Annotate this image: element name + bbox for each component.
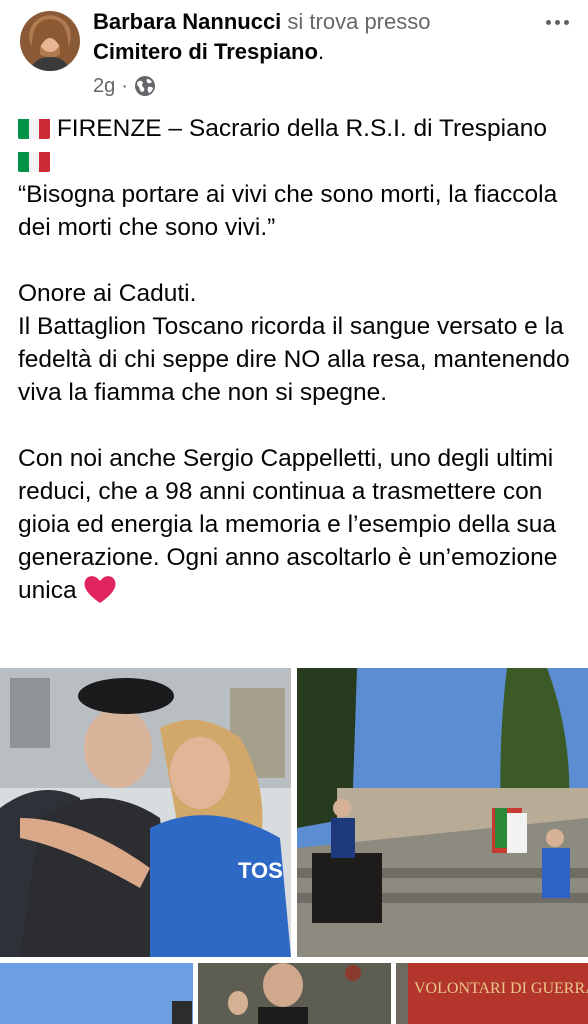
post-onore: Onore ai Caduti. bbox=[18, 280, 197, 307]
post-meta: 2g · bbox=[93, 72, 156, 100]
post-line-title: FIRENZE – Sacrario della R.S.I. di Tresp… bbox=[18, 112, 578, 178]
post-photo-5[interactable]: VOLONTARI DI GUERRA bbox=[396, 963, 588, 1024]
post-photo-2[interactable] bbox=[297, 668, 588, 957]
post-photo-4[interactable] bbox=[198, 963, 391, 1024]
italy-flag-icon bbox=[18, 150, 50, 172]
more-options-icon[interactable] bbox=[540, 10, 574, 34]
red-heart-icon bbox=[83, 574, 117, 604]
post-photo-3[interactable] bbox=[0, 963, 193, 1024]
author-avatar[interactable] bbox=[20, 11, 80, 71]
location-link[interactable]: Cimitero di Trespiano bbox=[93, 39, 318, 64]
author-line: Barbara Nannucci si trova presso Cimiter… bbox=[93, 7, 533, 67]
shirt-text: TOS bbox=[238, 858, 283, 883]
globe-icon bbox=[134, 75, 156, 97]
location-prefix: si trova presso bbox=[287, 9, 431, 34]
italy-flag-icon bbox=[18, 117, 50, 139]
banner-text: VOLONTARI DI GUERRA bbox=[414, 980, 588, 997]
post-text: FIRENZE – Sacrario della R.S.I. di Tresp… bbox=[18, 112, 578, 607]
post-header: Barbara Nannucci si trova presso Cimiter… bbox=[0, 0, 588, 105]
meta-separator: · bbox=[121, 74, 128, 97]
post-paragraph-2: Il Battaglion Toscano ricorda il sangue … bbox=[18, 313, 570, 406]
post-photo-1[interactable]: TOS bbox=[0, 668, 291, 957]
author-name[interactable]: Barbara Nannucci bbox=[93, 9, 281, 34]
location-suffix: . bbox=[317, 39, 325, 64]
post-paragraph-3-wrap: Con noi anche Sergio Cappelletti, uno de… bbox=[18, 442, 578, 607]
post-quote: “Bisogna portare ai vivi che sono morti,… bbox=[18, 181, 558, 241]
post-timestamp[interactable]: 2g bbox=[93, 75, 115, 98]
post-title-text: FIRENZE – Sacrario della R.S.I. di Tresp… bbox=[56, 115, 548, 142]
